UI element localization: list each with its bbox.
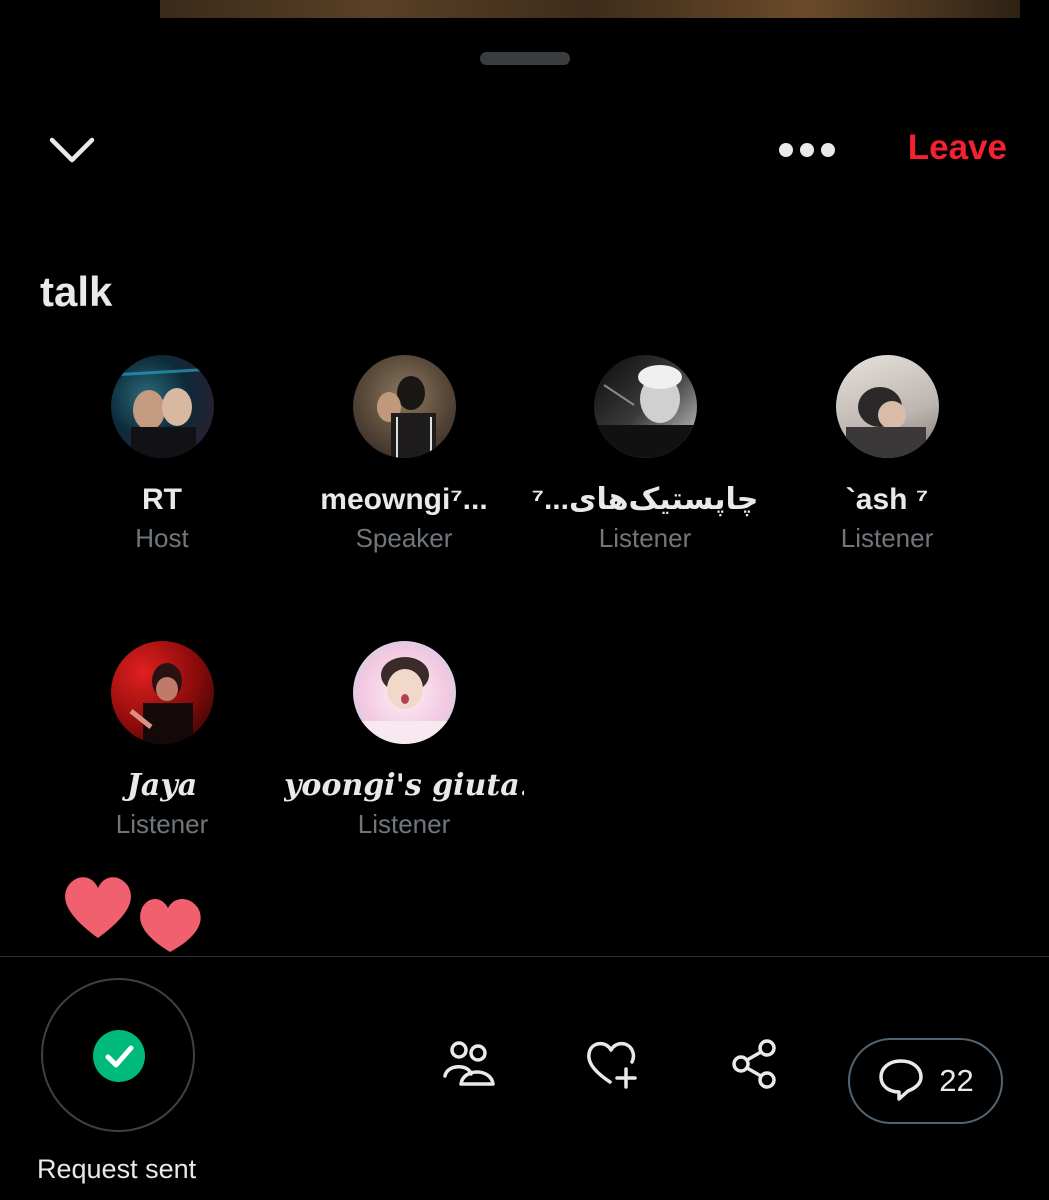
space-sheet: Leave talk RT Host meowngi⁷... Speaker چ…	[0, 18, 1049, 1200]
heart-plus-icon[interactable]	[584, 1036, 640, 1092]
space-title: talk	[40, 268, 113, 315]
participant-role: Speaker	[355, 523, 453, 553]
avatar[interactable]	[835, 355, 939, 458]
participant-name: Jaya	[126, 768, 198, 803]
people-icon[interactable]	[441, 1036, 497, 1092]
heart-icon	[140, 899, 201, 952]
participant-name: `ash ⁷	[845, 483, 929, 516]
share-icon[interactable]	[727, 1036, 783, 1092]
participant-listener[interactable]: yoongi's giuta... Listener	[284, 641, 524, 840]
avatar[interactable]	[593, 355, 697, 458]
participant-name: RT	[142, 483, 182, 516]
comment-icon	[877, 1055, 925, 1108]
participant-listener[interactable]: `ash ⁷ Listener	[767, 355, 1007, 554]
participant-role: Listener	[840, 523, 934, 553]
participant-role: Listener	[115, 809, 209, 839]
comments-button[interactable]: 22	[848, 1038, 1003, 1124]
comment-count: 22	[939, 1063, 974, 1098]
participant-role: Host	[135, 523, 189, 553]
participant-role: Listener	[357, 809, 451, 839]
participant-name: meowngi⁷...	[320, 483, 488, 516]
participant-name: چاپستیک‌های...⁷	[531, 483, 759, 516]
check-circle-icon	[93, 1030, 145, 1082]
more-horizontal-icon[interactable]	[776, 134, 838, 166]
reaction-hearts	[58, 870, 218, 960]
sheet-grabber[interactable]	[480, 52, 570, 65]
avatar[interactable]	[110, 355, 214, 458]
participant-listener[interactable]: Jaya Listener	[42, 641, 282, 840]
background-video-strip	[160, 0, 1020, 18]
participant-host[interactable]: RT Host	[42, 355, 282, 554]
participant-listener[interactable]: چاپستیک‌های...⁷ Listener	[525, 355, 765, 554]
avatar[interactable]	[110, 641, 214, 744]
request-status-label: Request sent	[37, 1154, 197, 1184]
leave-button[interactable]: Leave	[908, 128, 1007, 168]
request-mic-button[interactable]	[41, 978, 195, 1132]
avatar[interactable]	[352, 355, 456, 458]
chevron-down-icon[interactable]	[46, 126, 98, 178]
participant-speaker[interactable]: meowngi⁷... Speaker	[284, 355, 524, 554]
participant-name: yoongi's giuta...	[284, 768, 524, 803]
bottom-divider	[0, 956, 1049, 957]
heart-icon	[65, 877, 131, 938]
avatar[interactable]	[352, 641, 456, 744]
participant-role: Listener	[598, 523, 692, 553]
